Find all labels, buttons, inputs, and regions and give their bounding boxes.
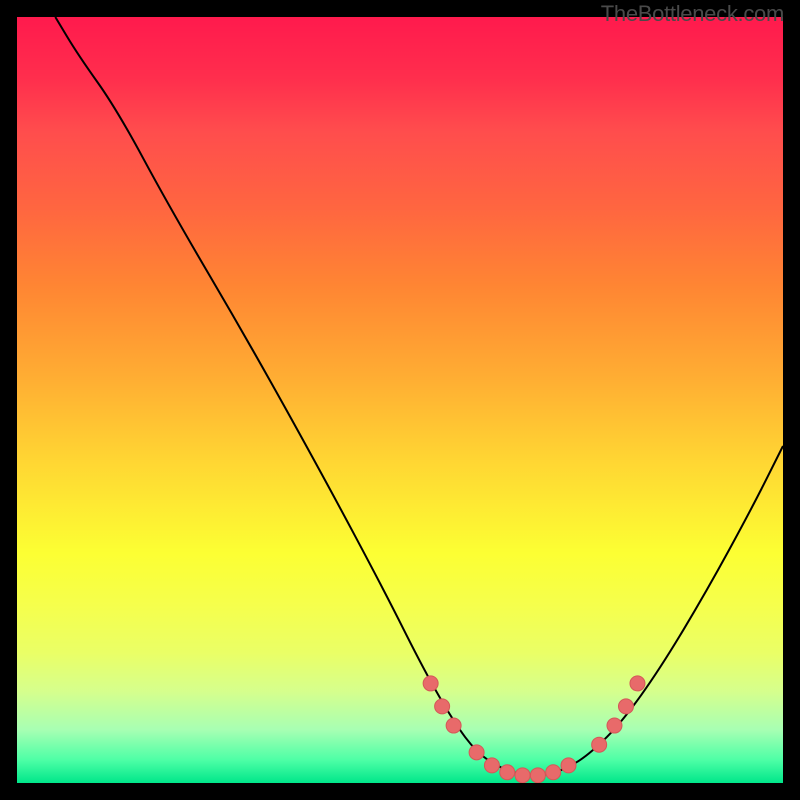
marker-dots-group (423, 676, 645, 783)
marker-dot (469, 745, 484, 760)
marker-dot (446, 718, 461, 733)
marker-dot (435, 699, 450, 714)
marker-dot (561, 758, 576, 773)
marker-dot (630, 676, 645, 691)
marker-dot (484, 758, 499, 773)
chart-area (17, 17, 783, 783)
marker-dot (423, 676, 438, 691)
marker-dot (607, 718, 622, 733)
marker-dot (515, 768, 530, 783)
marker-dot (500, 765, 515, 780)
watermark-text: TheBottleneck.com (601, 1, 784, 27)
bottleneck-curve (55, 17, 783, 775)
marker-dot (618, 699, 633, 714)
marker-dot (546, 765, 561, 780)
marker-dot (592, 737, 607, 752)
marker-dot (530, 768, 545, 783)
plot-svg (17, 17, 783, 783)
